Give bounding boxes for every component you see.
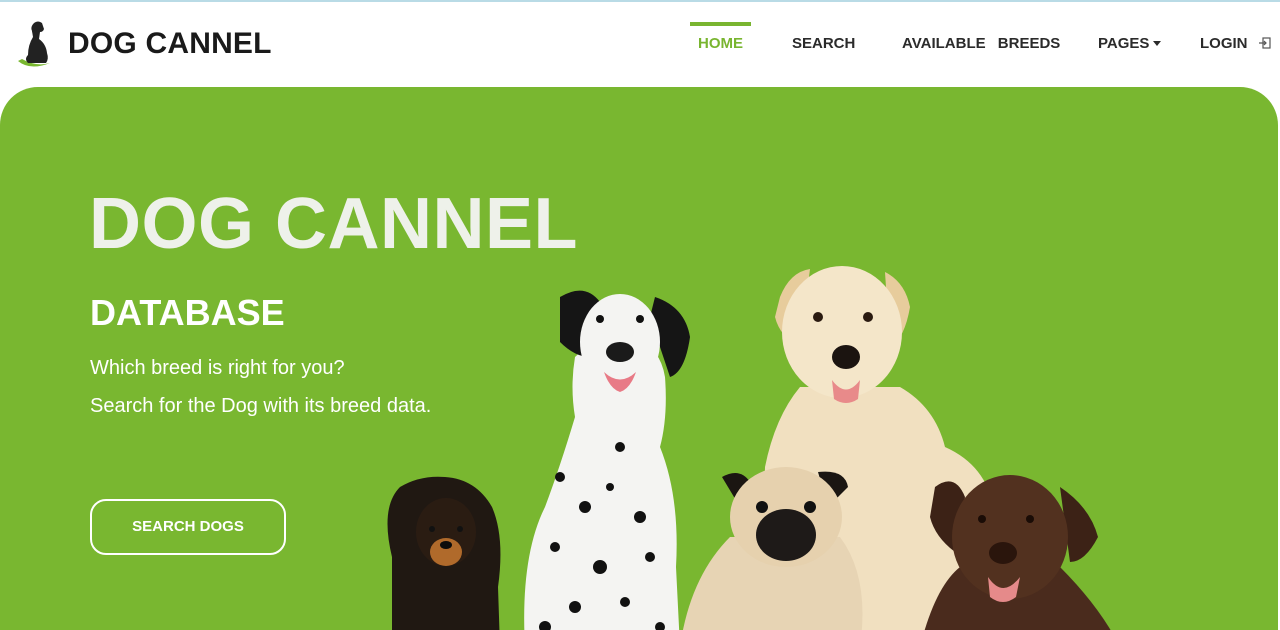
hero-title: DOG CANNEL [89, 184, 578, 264]
hero-banner: DOG CANNEL DATABASE Which breed is right… [0, 87, 1278, 630]
nav-available-breeds[interactable]: AVAILABLE BREEDS [902, 24, 1060, 64]
nav-login[interactable]: LOGIN [1200, 24, 1271, 64]
login-icon [1258, 36, 1271, 49]
nav-home-label: HOME [698, 35, 743, 52]
navbar: DOG CANNEL HOME SEARCH AVAILABLE BREEDS … [0, 2, 1280, 86]
dog-logo-icon [18, 21, 50, 67]
dalmatian-image [524, 290, 690, 630]
nav-pages-label: PAGES [1098, 35, 1150, 52]
nav-available-label: AVAILABLE [902, 35, 986, 52]
nav-breeds-label: BREEDS [997, 35, 1061, 52]
nav-search[interactable]: SEARCH [792, 24, 855, 64]
brand-name: DOG CANNEL [68, 27, 272, 60]
nav-login-label: LOGIN [1200, 35, 1248, 52]
brand-link[interactable]: DOG CANNEL [16, 18, 272, 70]
cocker-spaniel-image [387, 476, 501, 630]
nav-home[interactable]: HOME [690, 22, 751, 64]
active-indicator [690, 22, 751, 26]
hero-tagline: Which breed is right for you? [90, 357, 345, 379]
pug-image [683, 467, 863, 630]
caret-down-icon [1153, 40, 1162, 46]
hero-subtitle: DATABASE [90, 292, 285, 333]
hero-description: Search for the Dog with its breed data. [90, 395, 432, 417]
search-dogs-button[interactable]: SEARCH DOGS [90, 499, 286, 555]
nav-pages-dropdown[interactable]: PAGES [1098, 24, 1162, 64]
nav-search-label: SEARCH [792, 35, 856, 52]
